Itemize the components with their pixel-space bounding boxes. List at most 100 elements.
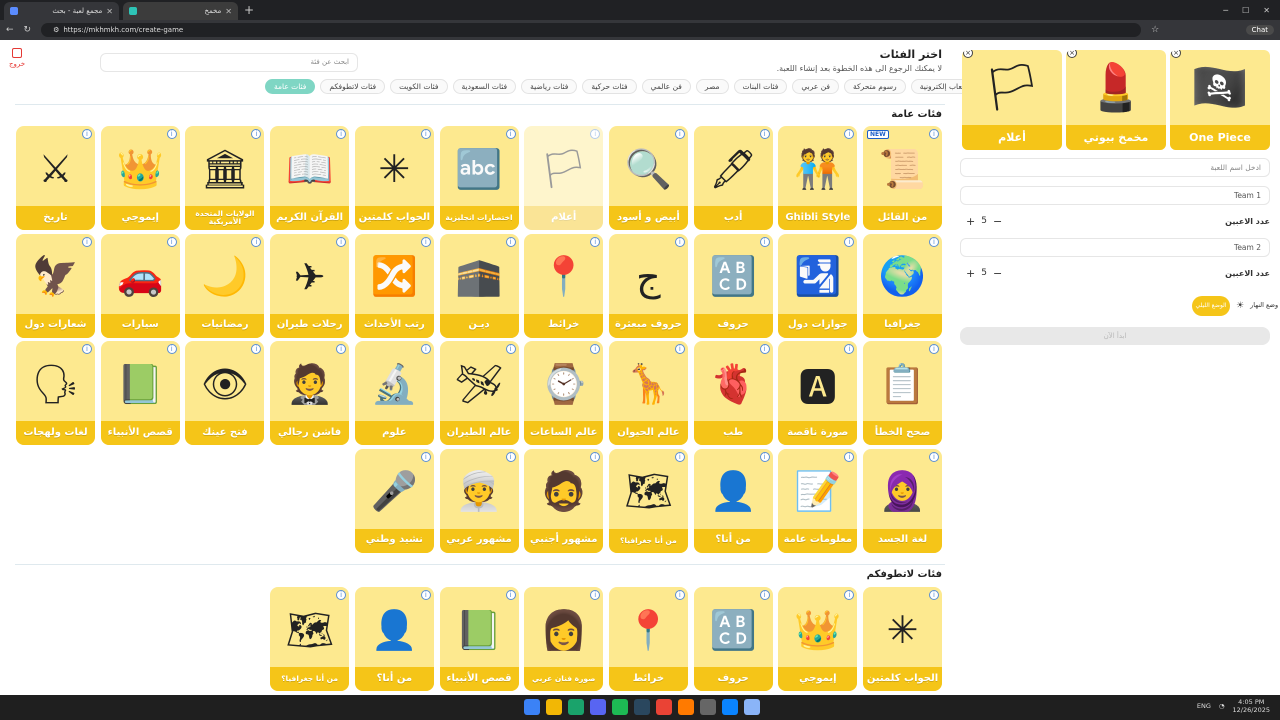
info-icon[interactable]: i: [251, 129, 262, 139]
info-icon[interactable]: i: [759, 590, 770, 600]
reload-icon[interactable]: ↻: [24, 25, 32, 35]
category-card[interactable]: ⚔ i تاريخ: [16, 126, 95, 230]
info-icon[interactable]: i: [420, 129, 431, 139]
category-card[interactable]: 🛩 i عالم الطيران: [439, 341, 519, 445]
category-card[interactable]: 👑 i إيموجي: [778, 587, 858, 691]
close-window-icon[interactable]: ✕: [1263, 6, 1270, 15]
category-card[interactable]: 👤 i من أنا؟: [693, 448, 773, 553]
category-card[interactable]: 📖 i القرآن الكريم: [270, 126, 350, 230]
category-card[interactable]: ✈ i رحلات طيران: [270, 233, 350, 338]
category-card[interactable]: 🌙 i رمضانيات: [185, 233, 265, 338]
category-card[interactable]: 🗣 i لغات ولهجات: [16, 341, 95, 445]
info-icon[interactable]: i: [505, 344, 516, 354]
info-icon[interactable]: i: [590, 344, 601, 354]
info-icon[interactable]: i: [929, 344, 939, 354]
category-card[interactable]: 👳 i مشهور عربي: [439, 448, 519, 553]
spotify-icon[interactable]: [612, 699, 628, 715]
info-icon[interactable]: i: [336, 236, 347, 247]
category-card[interactable]: 🖋 i أدب: [693, 126, 773, 230]
category-search-input[interactable]: ابحث عن فئة: [100, 53, 358, 72]
edge-icon[interactable]: [568, 699, 584, 715]
info-icon[interactable]: i: [336, 590, 347, 600]
info-icon[interactable]: i: [251, 236, 262, 247]
app-icon[interactable]: [744, 699, 760, 715]
decrement-button[interactable]: −: [993, 267, 1002, 280]
app-icon[interactable]: [700, 699, 716, 715]
info-icon[interactable]: i: [420, 344, 431, 354]
info-icon[interactable]: i: [844, 451, 855, 462]
category-card[interactable]: ج i حروف مبعثرة: [608, 233, 688, 338]
chat-button[interactable]: Chat: [1245, 25, 1274, 35]
filter-chip[interactable]: فن عربي: [792, 79, 840, 94]
file-explorer-icon[interactable]: [546, 699, 562, 715]
category-card[interactable]: 🦅 i شعارات دول: [16, 233, 95, 338]
info-icon[interactable]: i: [590, 236, 601, 247]
filter-chip[interactable]: فئات عامة: [265, 79, 316, 94]
decrement-button[interactable]: −: [993, 215, 1002, 228]
info-icon[interactable]: i: [505, 590, 516, 600]
team2-name-input[interactable]: Team 2: [960, 238, 1270, 257]
lang-indicator[interactable]: ENG: [1197, 702, 1211, 710]
category-card[interactable]: 🗺 i من أنا جغرافيا؟: [270, 587, 350, 691]
category-card[interactable]: 👑 i إيموجي: [100, 126, 180, 230]
close-tab-icon[interactable]: ✕: [225, 7, 232, 16]
app-icon[interactable]: [722, 699, 738, 715]
logout-button[interactable]: خروج: [8, 48, 26, 68]
info-icon[interactable]: i: [505, 236, 516, 247]
selected-category[interactable]: 🏳 أعلام ×: [962, 50, 1062, 150]
category-card[interactable]: 🌍 i جغرافيا: [863, 233, 942, 338]
category-card[interactable]: 👩 i صورة فنان عربي: [524, 587, 604, 691]
info-icon[interactable]: i: [929, 590, 939, 600]
category-card[interactable]: 🗺 i من أنا جغرافيا؟: [608, 448, 688, 553]
category-card[interactable]: 🦒 i عالم الحيوان: [608, 341, 688, 445]
category-card[interactable]: 🤵 i فاشن رجالي: [270, 341, 350, 445]
category-card[interactable]: 📍 i خرائط: [608, 587, 688, 691]
info-icon[interactable]: i: [420, 451, 431, 462]
category-card[interactable]: 👤 i من أنا؟: [354, 587, 434, 691]
category-card[interactable]: ✳ i الجواب كلمتين: [863, 587, 942, 691]
discord-icon[interactable]: [590, 699, 606, 715]
filter-chip[interactable]: فئات حركية: [582, 79, 637, 94]
category-card[interactable]: ✳ i الجواب كلمتين: [354, 126, 434, 230]
start-game-button[interactable]: ابدأ الآن: [960, 327, 1270, 345]
category-card[interactable]: 🔬 i علوم: [354, 341, 434, 445]
url-field[interactable]: ⚙ https://mkhmkh.com/create-game: [41, 23, 1142, 37]
category-card[interactable]: 🔍 i أبيض و أسود: [608, 126, 688, 230]
filter-chip[interactable]: فئات رياضية: [521, 79, 578, 94]
browser-tab-search[interactable]: مجمع لعبة - بحث ✕: [4, 2, 119, 20]
category-card[interactable]: 🕋 i ديـن: [439, 233, 519, 338]
selected-category[interactable]: 💄 مخمخ بيوتي ×: [1066, 50, 1166, 150]
category-card[interactable]: 📗 i قصص الأنبياء: [439, 587, 519, 691]
info-icon[interactable]: i: [674, 236, 685, 247]
info-icon[interactable]: i: [336, 129, 347, 139]
info-icon[interactable]: i: [590, 590, 601, 600]
category-card[interactable]: 👁 i فتح عينك: [185, 341, 265, 445]
info-icon[interactable]: i: [251, 344, 262, 354]
info-icon[interactable]: i: [166, 236, 177, 247]
new-tab-icon[interactable]: +: [244, 3, 254, 17]
filter-chip[interactable]: فئات البنات: [733, 79, 788, 94]
category-card[interactable]: 🏳 i أعلام: [524, 126, 604, 230]
info-icon[interactable]: i: [590, 451, 601, 462]
filter-chip[interactable]: فئات لاتطوفكم: [320, 79, 386, 94]
info-icon[interactable]: i: [82, 236, 92, 247]
theme-toggle[interactable]: الوضع الليلي: [1192, 296, 1230, 316]
info-icon[interactable]: i: [674, 590, 685, 600]
info-icon[interactable]: i: [929, 129, 939, 139]
info-icon[interactable]: i: [590, 129, 601, 139]
info-icon[interactable]: i: [929, 236, 939, 247]
filter-chip[interactable]: رسوم متحركة: [844, 79, 906, 94]
category-card[interactable]: 🎤 i نشيد وطني: [354, 448, 434, 553]
category-card[interactable]: 📍 i خرائط: [524, 233, 604, 338]
category-card[interactable]: 📜 i NEW من القائل: [863, 126, 942, 230]
category-card[interactable]: 🚗 i سيارات: [100, 233, 180, 338]
minimize-icon[interactable]: ─: [1223, 6, 1228, 15]
info-icon[interactable]: i: [759, 129, 770, 139]
info-icon[interactable]: i: [420, 590, 431, 600]
info-icon[interactable]: i: [674, 451, 685, 462]
category-card[interactable]: 📗 i قصص الأنبياء: [100, 341, 180, 445]
category-card[interactable]: ⌚ i عالم الساعات: [524, 341, 604, 445]
close-tab-icon[interactable]: ✕: [106, 7, 113, 16]
team1-name-input[interactable]: Team 1: [960, 186, 1270, 205]
info-icon[interactable]: i: [844, 344, 855, 354]
